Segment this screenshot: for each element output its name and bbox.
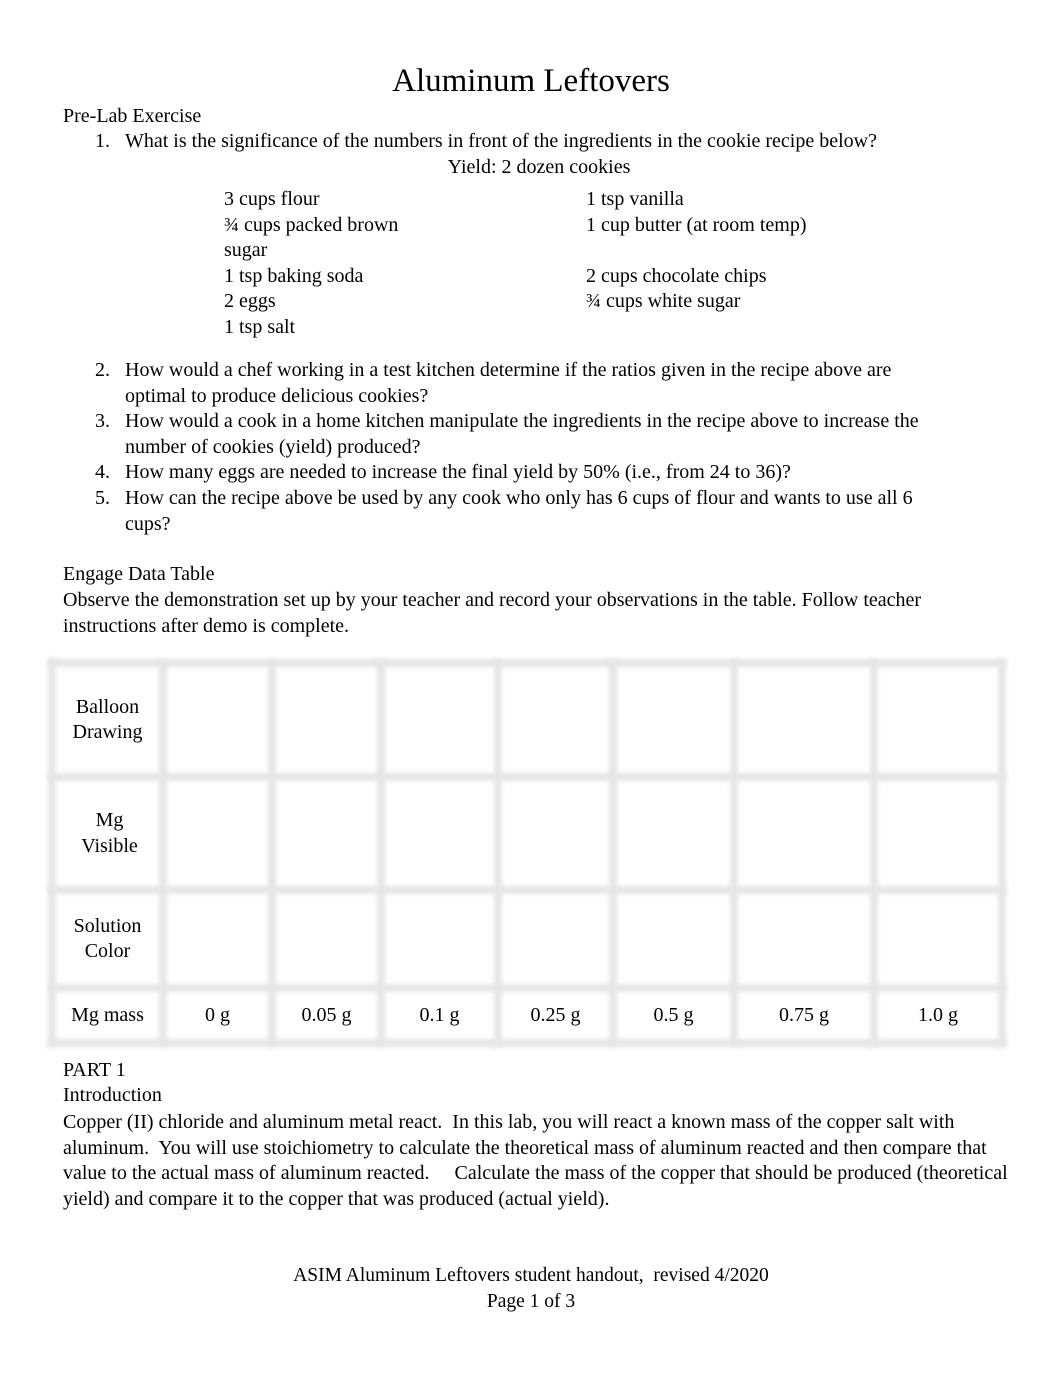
prelab-heading: Pre-Lab Exercise [63,105,202,127]
question-number: 4. [95,461,110,483]
table-cell-solution-color-0.1g[interactable] [385,894,494,984]
document-title: Aluminum Leftovers [392,63,670,99]
row-label-text: Solution Color [73,914,142,963]
row-label-mg-visible: Mg Visible [56,781,163,886]
table-cell-balloon-0.25g[interactable] [502,667,609,773]
table-cell-solution-color-0g[interactable] [167,894,268,984]
row-label-text: Balloon Drawing [72,695,143,744]
question-3: 3. How would a cook in a home kitchen ma… [95,409,945,460]
introduction-heading: Introduction [63,1084,162,1106]
question-text: How can the recipe above be used by any … [125,487,913,535]
table-border [48,659,56,1047]
table-border [870,659,878,1047]
mg-mass-value: 0.25 g [530,1003,581,1026]
question-number: 5. [95,487,110,509]
page-number: Page 1 of 3 [486,1290,576,1312]
table-cell-solution-color-0.25g[interactable] [502,894,609,984]
table-border [998,659,1006,1047]
mg-mass-value: 0 g [205,1003,230,1026]
question-text: How many eggs are needed to increase the… [125,461,791,483]
mg-mass-value: 0.1 g [419,1003,460,1026]
question-number: 2. [95,359,110,381]
engage-heading: Engage Data Table [63,563,215,585]
ingredient: 2 eggs [224,290,276,312]
table-cell-solution-color-1.0g[interactable] [878,894,998,984]
question-1: 1. What is the significance of the numbe… [95,129,945,155]
question-2: 2. How would a chef working in a test ki… [95,358,945,409]
table-border [494,659,502,1047]
table-border [730,659,738,1047]
ingredient: ¾ cups packed brown sugar [224,213,399,262]
table-cell-mg-visible-0.25g[interactable] [502,781,609,886]
mg-mass-value: 1.0 g [918,1003,958,1026]
table-border [48,659,1006,667]
table-cell-mg-visible-0.1g[interactable] [385,781,494,886]
question-number: 3. [95,410,110,432]
table-cell-mg-visible-0.05g[interactable] [276,781,377,886]
question-text: How would a chef working in a test kitch… [125,359,892,407]
recipe-yield: Yield: 2 dozen cookies [447,156,631,178]
table-cell-solution-color-0.5g[interactable] [617,894,730,984]
table-cell-mg-visible-0g[interactable] [167,781,268,886]
recipe-column-2: 1 tsp vanilla 1 cup butter (at room temp… [586,187,807,315]
table-cell-balloon-0.75g[interactable] [738,667,870,773]
table-border [48,984,1006,992]
engage-instructions: Observe the demonstration set up by your… [63,589,922,637]
question-number: 1. [95,130,110,152]
mg-mass-value: 0.05 g [301,1003,352,1026]
ingredient: 3 cups flour [224,188,320,210]
question-5: 5. How can the recipe above be used by a… [95,486,945,537]
row-label-mg-mass: Mg mass [56,992,159,1039]
mg-mass-value: 0.5 g [653,1003,694,1026]
table-border [48,886,1006,894]
table-cell-balloon-0.05g[interactable] [276,667,377,773]
row-label-balloon-drawing: Balloon Drawing [56,667,159,773]
ingredient: ¾ cups white sugar [586,290,741,312]
table-cell-solution-color-0.05g[interactable] [276,894,377,984]
table-border [609,659,617,1047]
table-cell-mg-visible-1.0g[interactable] [878,781,998,886]
table-cell-solution-color-0.75g[interactable] [738,894,870,984]
footer-line-1: ASIM Aluminum Leftovers student handout,… [293,1265,769,1286]
table-border [268,659,276,1047]
ingredient: 1 cup butter (at room temp) [586,213,807,236]
table-cell-mg-visible-0.75g[interactable] [738,781,870,886]
question-4: 4. How many eggs are needed to increase … [95,460,945,486]
introduction-paragraph: Copper (II) chloride and aluminum metal … [63,1111,1013,1210]
table-border [48,1039,1006,1047]
table-cell-balloon-0.5g[interactable] [617,667,730,773]
table-cell-mg-visible-0.5g[interactable] [617,781,730,886]
page-footer: ASIM Aluminum Leftovers student handout,… [0,1263,1062,1314]
mg-mass-value: 0.75 g [779,1003,829,1026]
ingredient: 1 tsp baking soda [224,264,364,287]
recipe-column-1: 3 cups flour ¾ cups packed brown sugar 1… [224,187,424,340]
table-cell-balloon-1.0g[interactable] [878,667,998,773]
table-cell-balloon-0.1g[interactable] [385,667,494,773]
table-border [48,773,1006,781]
question-text: How would a cook in a home kitchen manip… [125,410,919,458]
ingredient: 1 tsp vanilla [586,188,684,210]
row-label-text: Mg Visible [81,809,138,857]
ingredient: 2 cups chocolate chips [586,264,767,287]
row-label-solution-color: Solution Color [56,894,159,984]
ingredient: 1 tsp salt [224,315,296,338]
question-text: What is the significance of the numbers … [125,130,877,152]
row-label-text: Mg mass [71,1003,144,1026]
table-border [377,659,385,1047]
table-cell-balloon-0g[interactable] [167,667,268,773]
part1-heading: PART 1 [63,1059,126,1081]
